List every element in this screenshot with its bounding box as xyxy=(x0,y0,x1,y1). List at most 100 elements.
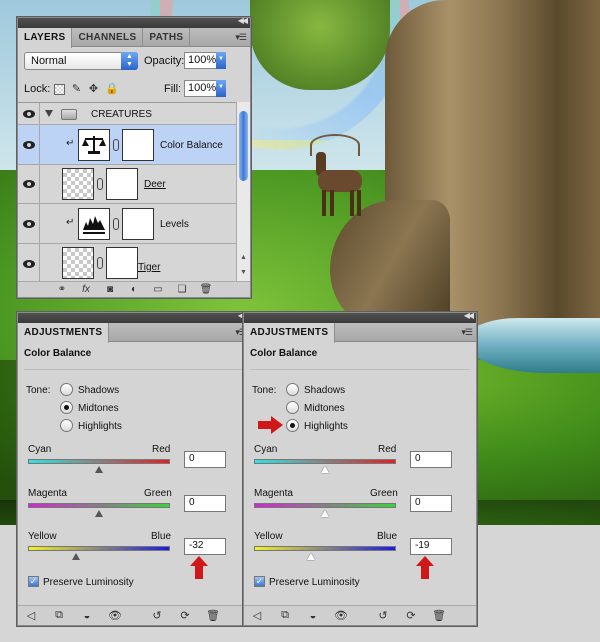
layer-row-tiger[interactable]: Tiger xyxy=(18,244,236,284)
slider-label-red: Red xyxy=(152,444,171,455)
fill-dropdown-icon[interactable]: ▼ xyxy=(216,80,226,97)
expand-view-icon[interactable]: ⧉ xyxy=(52,609,66,622)
tab-adjustments[interactable]: ADJUSTMENTS xyxy=(18,323,110,343)
reset-icon[interactable]: ⟳ xyxy=(404,609,418,622)
radio-midtones[interactable] xyxy=(286,401,299,414)
radio-midtones[interactable] xyxy=(60,401,73,414)
folder-icon xyxy=(61,109,77,120)
slider-thumb[interactable] xyxy=(321,466,329,473)
layer-row-color-balance[interactable]: ↵ Color Balance xyxy=(18,125,236,165)
scroll-down-icon[interactable]: ▼ xyxy=(240,269,247,276)
yellow-blue-slider[interactable] xyxy=(28,546,170,551)
slider-thumb[interactable] xyxy=(72,553,80,560)
link-layers-icon[interactable]: ⚭ xyxy=(55,284,69,296)
lock-brush-icon[interactable]: ✎ xyxy=(71,84,82,95)
link-icon[interactable] xyxy=(97,178,103,190)
opacity-dropdown-icon[interactable]: ▼ xyxy=(216,52,226,69)
layer-mask-thumb[interactable] xyxy=(106,168,138,200)
magenta-green-value-field[interactable]: 0 xyxy=(410,495,452,512)
layer-row-deer[interactable]: Deer xyxy=(18,165,236,204)
visibility-eye-icon[interactable]: 👁 xyxy=(108,609,122,622)
trash-icon[interactable]: 🗑 xyxy=(199,284,213,296)
slider-label-yellow: Yellow xyxy=(254,531,283,542)
layer-row-levels[interactable]: ↵ Levels xyxy=(18,204,236,244)
cyan-red-slider[interactable] xyxy=(254,459,396,464)
fx-icon[interactable]: fx xyxy=(79,284,93,296)
layer-row-creatures[interactable]: CREATURES xyxy=(18,103,236,125)
back-arrow-icon[interactable]: ◁ xyxy=(250,609,264,622)
scrollbar-thumb[interactable] xyxy=(239,111,248,181)
cyan-red-value-field[interactable]: 0 xyxy=(184,451,226,468)
new-group-icon[interactable]: ▭ xyxy=(151,284,165,296)
radio-label-midtones: Midtones xyxy=(78,403,119,414)
collapse-icon[interactable]: ◀◀ xyxy=(238,16,248,25)
trash-icon[interactable]: 🗑 xyxy=(206,609,220,622)
panel-titlebar[interactable]: ◀◀ xyxy=(18,311,250,323)
radio-highlights[interactable] xyxy=(60,419,73,432)
expand-view-icon[interactable]: ⧉ xyxy=(278,609,292,622)
radio-label-shadows: Shadows xyxy=(78,385,120,396)
cyan-red-slider[interactable] xyxy=(28,459,170,464)
back-arrow-icon[interactable]: ◁ xyxy=(24,609,38,622)
visibility-eye-icon[interactable] xyxy=(23,141,35,149)
collapse-icon[interactable]: ◀◀ xyxy=(464,311,474,320)
layer-mask-thumb[interactable] xyxy=(122,208,154,240)
slider-thumb[interactable] xyxy=(95,510,103,517)
tab-channels[interactable]: CHANNELS xyxy=(72,28,144,47)
add-mask-icon[interactable]: ◙ xyxy=(103,284,117,296)
slider-thumb[interactable] xyxy=(321,510,329,517)
panel-titlebar[interactable]: ◀◀ xyxy=(18,16,250,28)
tab-adjustments[interactable]: ADJUSTMENTS xyxy=(244,323,336,343)
slider-thumb[interactable] xyxy=(307,553,315,560)
yellow-blue-slider[interactable] xyxy=(254,546,396,551)
slider-label-cyan: Cyan xyxy=(28,444,52,455)
yellow-blue-value-field[interactable]: -19 xyxy=(410,538,452,555)
radio-shadows[interactable] xyxy=(286,383,299,396)
new-adjustment-icon[interactable]: ◐ xyxy=(127,284,141,296)
layers-scrollbar[interactable]: ▲ ▼ xyxy=(236,102,250,285)
visibility-eye-icon[interactable] xyxy=(23,220,35,228)
visibility-eye-icon[interactable] xyxy=(23,180,35,188)
link-icon[interactable] xyxy=(113,218,119,230)
panel-menu-icon[interactable]: ▾☰ xyxy=(461,327,473,338)
visibility-eye-icon[interactable] xyxy=(23,260,35,268)
slider-thumb[interactable] xyxy=(95,466,103,473)
view-previous-icon[interactable]: ↺ xyxy=(150,609,164,622)
lock-transparency-icon[interactable] xyxy=(54,84,65,95)
link-icon[interactable] xyxy=(113,139,119,151)
clip-to-layer-icon[interactable]: ◒ xyxy=(306,610,320,622)
reset-icon[interactable]: ⟳ xyxy=(178,609,192,622)
fill-field[interactable]: 100% ▼ xyxy=(184,80,226,97)
magenta-green-value-field[interactable]: 0 xyxy=(184,495,226,512)
radio-shadows[interactable] xyxy=(60,383,73,396)
opacity-field[interactable]: 100% ▼ xyxy=(184,52,226,69)
panel-titlebar[interactable]: ◀◀ xyxy=(244,311,476,323)
visibility-eye-icon[interactable] xyxy=(23,110,35,118)
cyan-red-value-field[interactable]: 0 xyxy=(410,451,452,468)
preserve-luminosity-checkbox[interactable]: ✓ xyxy=(254,576,265,587)
view-previous-icon[interactable]: ↺ xyxy=(376,609,390,622)
tab-paths[interactable]: PATHS xyxy=(143,28,191,47)
lock-all-icon[interactable]: 🔒 xyxy=(105,84,119,95)
tab-layers[interactable]: LAYERS xyxy=(18,28,73,48)
magenta-green-slider[interactable] xyxy=(28,503,170,508)
visibility-eye-icon[interactable]: 👁 xyxy=(334,609,348,622)
new-layer-icon[interactable]: ❏ xyxy=(175,284,189,296)
link-icon[interactable] xyxy=(97,257,103,269)
slider-label-blue: Blue xyxy=(377,531,398,542)
yellow-blue-value-field[interactable]: -32 xyxy=(184,538,226,555)
magenta-green-slider[interactable] xyxy=(254,503,396,508)
scroll-up-icon[interactable]: ▲ xyxy=(240,254,247,261)
preserve-luminosity-checkbox[interactable]: ✓ xyxy=(28,576,39,587)
disclosure-triangle-icon[interactable] xyxy=(45,110,53,117)
opacity-value: 100% xyxy=(188,54,217,66)
radio-highlights[interactable] xyxy=(286,419,299,432)
fill-value: 100% xyxy=(188,82,217,94)
panel-menu-icon[interactable]: ▾☰ xyxy=(235,32,247,43)
blend-mode-select[interactable]: Normal ▲ ▼ xyxy=(24,52,138,70)
layer-mask-thumb[interactable] xyxy=(122,129,154,161)
trash-icon[interactable]: 🗑 xyxy=(432,609,446,622)
layer-mask-thumb[interactable] xyxy=(106,247,138,279)
lock-move-icon[interactable]: ✥ xyxy=(88,84,99,95)
clip-to-layer-icon[interactable]: ◒ xyxy=(80,610,94,622)
